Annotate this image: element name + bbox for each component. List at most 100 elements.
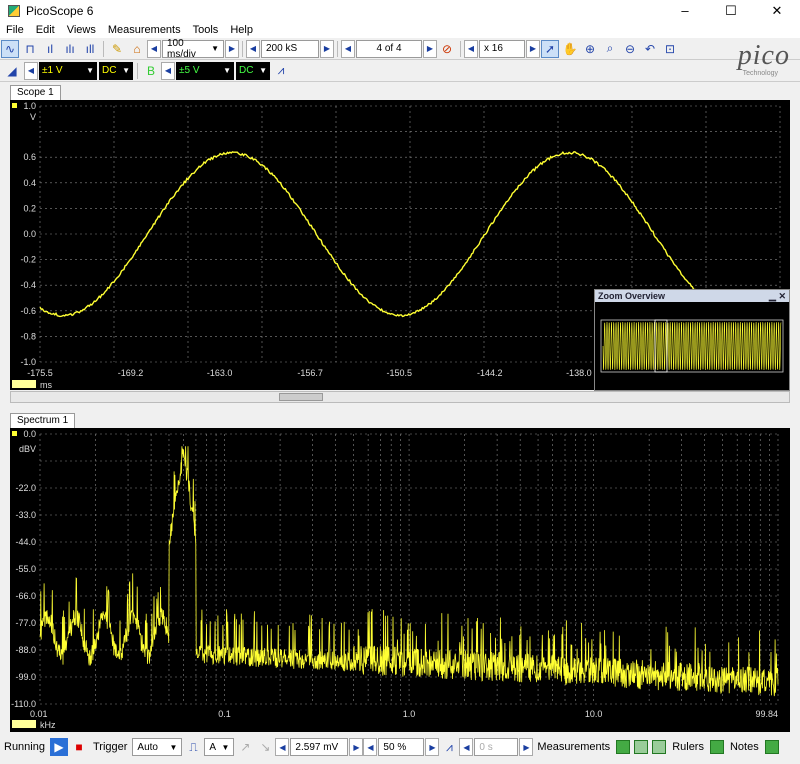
spectrum-y-tick-label: 0.0 [23,429,36,439]
zoom-decrease-button[interactable]: ◀ [464,40,478,58]
undo-zoom-icon[interactable]: ↶ [641,40,659,58]
rulers-icon[interactable] [710,740,724,754]
scrollbar-thumb[interactable] [279,393,323,401]
cha-range-select[interactable]: ±1 V ▼ [39,62,97,80]
persistence-mode-icon[interactable]: ⊓ [21,40,39,58]
spectrum-panel: 0.0 -22.0 -33.0 -44.0 -55.0 -66.0 -77.0 -88.0 -9… [10,428,790,732]
zoom-in-icon[interactable]: ⊕ [581,40,599,58]
menu-views[interactable]: Views [61,24,102,36]
notes-label: Notes [730,741,759,753]
chb-coupling-select[interactable]: DC ▼ [236,62,270,80]
probe-icon[interactable]: ✎ [108,40,126,58]
channel-toolbar: ◢ ◀ ±1 V ▼ DC ▼ B ◀ ±5 V ▼ DC ▼ ⩘ [0,60,800,82]
channel-a-legend-swatch [12,380,36,388]
channel-a-options-icon[interactable]: ◢ [1,62,23,80]
overview-waveform [603,322,781,370]
threshold-decrease-button[interactable]: ◀ [275,738,289,756]
zoom-area-icon[interactable]: ⌕ [601,40,619,58]
menu-help[interactable]: Help [224,24,259,36]
zoom-overview-controls[interactable]: ▁ ✕ [769,290,786,302]
tab-scope[interactable]: Scope 1 [10,85,61,100]
scope-y-unit: V [30,112,36,122]
scope-y-tick-label: -0.2 [20,255,36,265]
menu-file[interactable]: File [0,24,30,36]
delay-field[interactable]: 0 s [474,738,518,756]
stop-icon[interactable]: ■ [70,738,88,756]
spectrum-y-tick-label: -22.0 [15,483,36,493]
delay-increase-button[interactable]: ▶ [519,738,533,756]
scope-y-tick-label: -0.8 [20,331,36,341]
zoom-overview-title: Zoom Overview [598,290,665,302]
edit-measurement-icon[interactable] [634,740,648,754]
spectrum-y-tick-label: -33.0 [15,510,36,520]
timebase-select[interactable]: 100 ms/div ▼ [162,40,224,58]
timebase-decrease-button[interactable]: ◀ [147,40,161,58]
buffer-field[interactable]: 4 of 4 [356,40,422,58]
rising-edge-icon[interactable]: ↗ [236,738,254,756]
buffer-navigator-icon[interactable]: ⊘ [438,40,456,58]
buffer-next-button[interactable]: ▶ [423,40,437,58]
tab-spectrum[interactable]: Spectrum 1 [10,413,75,428]
signal-generator-icon[interactable]: ⩘ [272,62,290,80]
scope-y-tick-label: -1.0 [20,357,36,367]
spectrum-x-tick-label: 0.1 [218,709,231,719]
scope-x-tick-label: -169.2 [118,368,144,378]
home-icon[interactable]: ⌂ [128,40,146,58]
pointer-tool-icon[interactable]: ➚ [541,40,559,58]
cha-coupling-select[interactable]: DC ▼ [99,62,133,80]
minimize-button[interactable]: – [662,0,708,22]
buffer-prev-button[interactable]: ◀ [341,40,355,58]
channel-b-options-icon[interactable]: B [142,62,160,80]
menu-edit[interactable]: Edit [30,24,61,36]
samples-field[interactable]: 200 kS [261,40,319,58]
spectrum-chart[interactable]: 0.0 -22.0 -33.0 -44.0 -55.0 -66.0 -77.0 -88.0 -9… [10,428,790,732]
chb-range-select[interactable]: ±5 V ▼ [176,62,234,80]
notes-icon[interactable] [765,740,779,754]
threshold-increase-button[interactable]: ▶ [349,738,363,756]
scope-scrollbar[interactable] [10,391,790,403]
run-icon[interactable]: ▶ [50,738,68,756]
zoom-overview-chart[interactable] [595,302,789,390]
hand-tool-icon[interactable]: ✋ [561,40,579,58]
pretrigger-field[interactable]: 50 % [378,738,424,756]
add-measurement-icon[interactable] [616,740,630,754]
zoom-field[interactable]: x 16 [479,40,525,58]
samples-decrease-button[interactable]: ◀ [246,40,260,58]
scope-y-tick-label: 0.0 [23,229,36,239]
spectrum-y-tick-label: -99.0 [15,672,36,682]
spectrum-view-icon[interactable]: ılı [61,40,79,58]
cha-range-decrease-button[interactable]: ◀ [24,62,38,80]
scope-y-tick-label: 0.4 [23,178,36,188]
zoom-out-icon[interactable]: ⊖ [621,40,639,58]
scope-mode-icon[interactable]: ∿ [1,40,19,58]
trigger-edge-icon[interactable]: ⎍ [184,738,202,756]
zoom-fit-icon[interactable]: ⊡ [661,40,679,58]
spectrum-x-tick-label: 0.01 [30,709,48,719]
close-button[interactable]: ✕ [754,0,800,22]
scope-x-tick-label: -144.2 [477,368,503,378]
spectrum-mode-icon[interactable]: ıl [41,40,59,58]
timebase-increase-button[interactable]: ▶ [225,40,239,58]
status-bar: Running ▶ ■ Trigger Auto ▼ ⎍ A ▼ ↗ ↘ ◀ 2.5… [0,736,800,758]
chb-range-decrease-button[interactable]: ◀ [161,62,175,80]
maximize-button[interactable]: ☐ [708,0,754,22]
delay-decrease-button[interactable]: ◀ [459,738,473,756]
menu-tools[interactable]: Tools [187,24,225,36]
trigger-label: Trigger [93,741,127,753]
menu-measurements[interactable]: Measurements [102,24,187,36]
pretrigger-increase-button[interactable]: ▶ [425,738,439,756]
samples-increase-button[interactable]: ▶ [320,40,334,58]
trigger-channel-select[interactable]: A ▼ [204,738,234,756]
zoom-increase-button[interactable]: ▶ [526,40,540,58]
falling-edge-icon[interactable]: ↘ [256,738,274,756]
delay-icon[interactable]: ⩘ [440,738,458,756]
trigger-mode-select[interactable]: Auto ▼ [132,738,182,756]
scope-y-tick-label: -0.4 [20,280,36,290]
spectrum-trace [40,446,778,696]
scope-y-tick-label: -0.6 [20,306,36,316]
threshold-field[interactable]: 2.597 mV [290,738,348,756]
pretrigger-decrease-button[interactable]: ◀ [363,738,377,756]
delete-measurement-icon[interactable] [652,740,666,754]
zoom-overview-window: Zoom Overview ▁ ✕ [594,289,790,391]
add-spectrum-icon[interactable]: ıll [81,40,99,58]
